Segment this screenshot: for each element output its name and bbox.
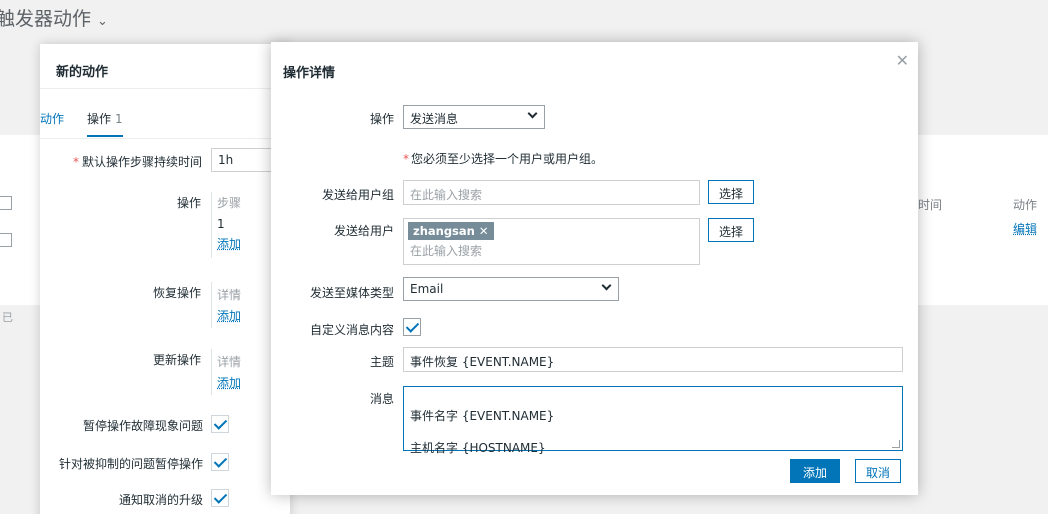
remove-tag-icon[interactable]: ✕ — [479, 224, 489, 238]
divider — [40, 88, 290, 89]
column-header-time: 时间 — [918, 198, 943, 212]
new-action-window: 新的动作 动作 操作 1 * 默认操作步骤持续时间 1h 操作 步骤 1 添加 恢复… — [40, 44, 290, 514]
select-groups-button[interactable]: 选择 — [708, 180, 755, 204]
pause-symptom-checkbox[interactable] — [211, 415, 229, 433]
window-title: 新的动作 — [56, 65, 109, 80]
page-title[interactable]: 触发器动作 ⌄ — [0, 4, 108, 31]
select-users-button[interactable]: 选择 — [708, 218, 755, 242]
pause-symptom-label: 暂停操作故障现象问题 — [82, 419, 203, 433]
media-type-select-value: Email — [410, 282, 444, 296]
subject-label: 主题 — [369, 355, 394, 369]
row-checkbox[interactable] — [0, 196, 12, 210]
default-duration-label-text: 默认操作步骤持续时间 — [81, 155, 202, 169]
placeholder-text: 在此输入搜索 — [410, 244, 483, 258]
tab-operations[interactable]: 操作 1 — [87, 110, 123, 137]
close-icon[interactable]: ✕ — [896, 51, 909, 70]
row-checkbox[interactable] — [0, 233, 12, 247]
message-line: 事件名字 {EVENT.NAME} — [410, 409, 555, 423]
operation-label: 操作 — [369, 112, 394, 126]
message-label: 消息 — [369, 392, 394, 406]
operation-select[interactable]: 发送消息 — [403, 105, 545, 129]
required-note: * 您必须至少选择一个用户或用户组。 — [403, 152, 604, 166]
edit-link[interactable]: 编辑 — [1013, 220, 1037, 237]
add-button[interactable]: 添加 — [790, 459, 841, 483]
page-title-text: 触发器动作 — [0, 8, 92, 30]
media-type-label: 发送至媒体类型 — [309, 286, 394, 300]
chevron-down-icon — [601, 280, 612, 291]
notify-cancelled-label: 通知取消的升级 — [118, 493, 203, 507]
resize-handle[interactable] — [892, 440, 900, 448]
cancel-button[interactable]: 取消 — [855, 459, 902, 483]
user-tag: zhangsan ✕ — [408, 222, 494, 240]
user-tag-label: zhangsan — [413, 224, 475, 238]
pause-suppressed-checkbox[interactable] — [211, 453, 229, 471]
subject-input[interactable]: 事件恢复 {EVENT.NAME} — [403, 347, 903, 372]
operation-select-value: 发送消息 — [410, 112, 459, 126]
operation-details-dialog: 操作详情 ✕ 操作 发送消息 * 您必须至少选择一个用户或用户组。 发送给用户组 … — [271, 42, 918, 495]
custom-message-checkbox[interactable] — [403, 318, 421, 336]
users-search-input[interactable]: zhangsan ✕ 在此输入搜索 — [403, 218, 700, 265]
custom-message-label: 自定义消息内容 — [309, 323, 394, 337]
send-to-users-label: 发送给用户 — [333, 224, 394, 238]
placeholder-text: 在此输入搜索 — [410, 188, 483, 202]
message-line: 主机名字 {HOSTNAME} — [410, 441, 546, 455]
divider — [40, 138, 290, 139]
column-header-action: 动作 — [1013, 198, 1038, 212]
recovery-operations-label: 恢复操作 — [152, 286, 201, 300]
tab-action[interactable]: 动作 — [40, 110, 64, 127]
tab-count: 1 — [115, 112, 123, 126]
tab-action-label: 动作 — [40, 112, 65, 126]
operations-label: 操作 — [176, 196, 201, 210]
notify-cancelled-checkbox[interactable] — [211, 489, 229, 507]
message-textarea[interactable]: 事件名字 {EVENT.NAME} 主机名字 {HOSTNAME} — [403, 386, 903, 455]
default-duration-label: * 默认操作步骤持续时间 — [72, 155, 202, 169]
required-note-text: 您必须至少选择一个用户或用户组。 — [411, 152, 604, 166]
background-side-text: 已 — [2, 311, 13, 324]
send-to-groups-label: 发送给用户组 — [321, 188, 394, 202]
tab-operations-label: 操作 — [87, 112, 112, 126]
pause-suppressed-label: 针对被抑制的问题暂停操作 — [58, 457, 203, 471]
media-type-select[interactable]: Email — [403, 277, 619, 301]
user-groups-search-input[interactable]: 在此输入搜索 — [403, 180, 700, 205]
chevron-down-icon — [527, 108, 538, 119]
dialog-title: 操作详情 — [283, 66, 336, 81]
chevron-down-icon: ⌄ — [97, 14, 108, 29]
update-operations-label: 更新操作 — [152, 353, 201, 367]
